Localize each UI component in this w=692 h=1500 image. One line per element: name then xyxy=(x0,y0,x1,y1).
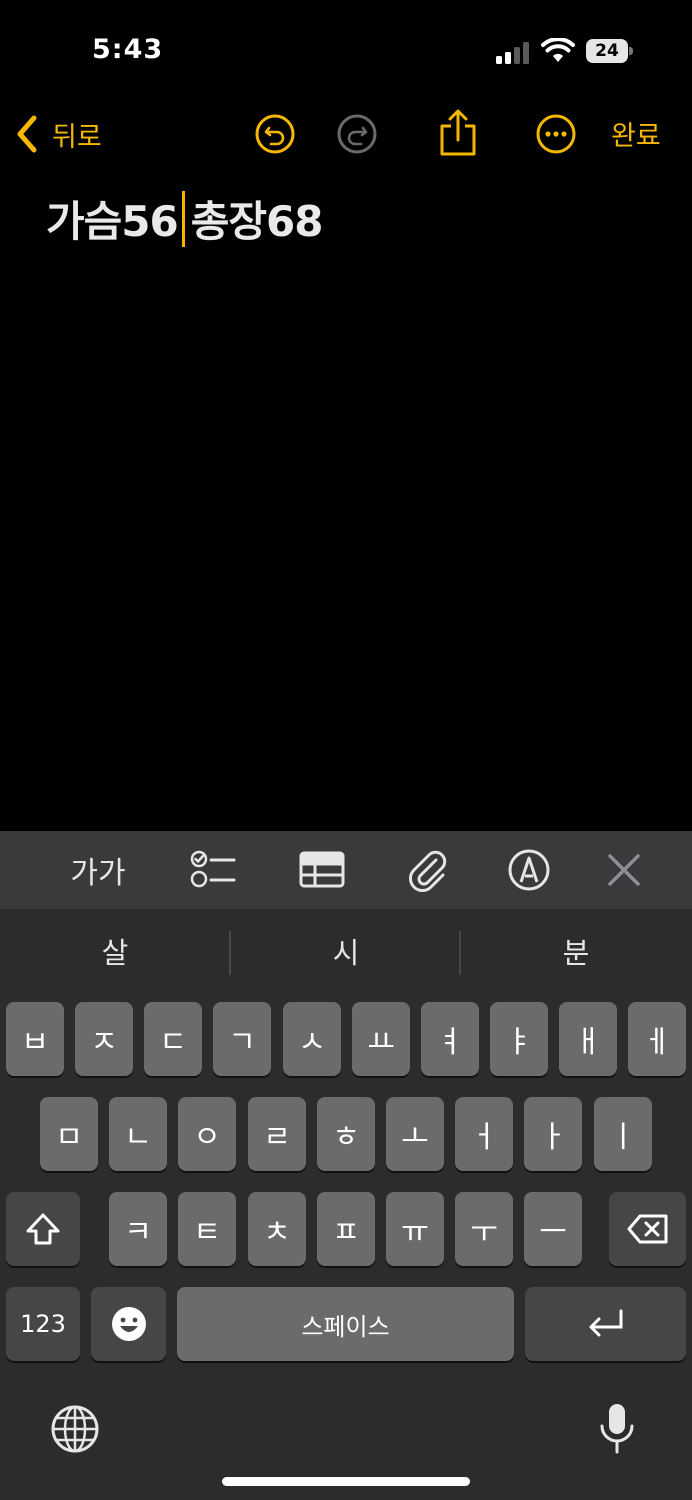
done-button[interactable]: 완료 xyxy=(611,114,661,153)
cellular-signal-icon xyxy=(496,42,529,64)
back-button[interactable]: 뒤로 xyxy=(14,112,102,156)
return-key[interactable] xyxy=(525,1287,686,1361)
key[interactable]: ㄴ xyxy=(109,1097,167,1171)
emoji-key[interactable] xyxy=(91,1287,166,1361)
checklist-icon[interactable] xyxy=(188,848,236,892)
shift-icon xyxy=(26,1213,60,1245)
key[interactable]: ㅗ xyxy=(386,1097,444,1171)
suggestion-3[interactable]: 분 xyxy=(461,909,691,997)
space-key[interactable]: 스페이스 xyxy=(177,1287,514,1361)
key[interactable]: ㄱ xyxy=(213,1002,271,1076)
close-icon[interactable] xyxy=(604,848,644,892)
backspace-icon xyxy=(627,1214,667,1244)
numbers-key[interactable]: 123 xyxy=(6,1287,80,1361)
globe-icon[interactable] xyxy=(50,1404,100,1454)
battery-level: 24 xyxy=(595,41,619,61)
suggestion-1[interactable]: 살 xyxy=(0,909,230,997)
key[interactable]: ㅈ xyxy=(75,1002,133,1076)
key[interactable]: ㅁ xyxy=(40,1097,98,1171)
keyboard-toolbar: 가가 xyxy=(0,831,692,909)
key[interactable]: ㅍ xyxy=(317,1192,375,1266)
suggestion-bar: 살 시 분 xyxy=(0,909,692,997)
home-indicator[interactable] xyxy=(222,1477,470,1486)
key[interactable]: ㅏ xyxy=(524,1097,582,1171)
key[interactable]: ㅇ xyxy=(178,1097,236,1171)
key[interactable]: ㄹ xyxy=(248,1097,306,1171)
key[interactable]: ㅛ xyxy=(352,1002,410,1076)
microphone-icon[interactable] xyxy=(598,1402,636,1456)
attachment-icon[interactable] xyxy=(406,848,450,892)
table-icon[interactable] xyxy=(298,848,346,892)
redo-icon[interactable] xyxy=(335,112,379,156)
note-text-after-cursor: 총장68 xyxy=(190,197,324,246)
key[interactable]: ㅜ xyxy=(455,1192,513,1266)
shift-key[interactable] xyxy=(6,1192,80,1266)
suggestion-2[interactable]: 시 xyxy=(231,909,461,997)
key[interactable]: ㅋ xyxy=(109,1192,167,1266)
note-body[interactable]: 가슴56 총장68 xyxy=(46,188,324,249)
back-label: 뒤로 xyxy=(52,121,102,153)
key[interactable]: ㄷ xyxy=(144,1002,202,1076)
key[interactable]: ㅎ xyxy=(317,1097,375,1171)
key[interactable]: ㅊ xyxy=(248,1192,306,1266)
key[interactable]: ㅑ xyxy=(490,1002,548,1076)
key[interactable]: ㅔ xyxy=(628,1002,686,1076)
key[interactable]: ㅡ xyxy=(524,1192,582,1266)
text-format-button[interactable]: 가가 xyxy=(66,848,130,892)
text-cursor xyxy=(181,190,185,247)
key[interactable]: ㅠ xyxy=(386,1192,444,1266)
key[interactable]: ㅌ xyxy=(178,1192,236,1266)
key[interactable]: ㅓ xyxy=(455,1097,513,1171)
key[interactable]: ㅐ xyxy=(559,1002,617,1076)
status-bar: 5:43 24 xyxy=(0,0,692,100)
note-text-before-cursor: 가슴56 xyxy=(46,197,179,246)
notes-nav-bar: 뒤로 완료 xyxy=(0,100,692,170)
key[interactable]: ㅕ xyxy=(421,1002,479,1076)
share-icon[interactable] xyxy=(436,108,480,158)
key[interactable]: ㅣ xyxy=(594,1097,652,1171)
wifi-icon xyxy=(541,38,575,62)
emoji-icon xyxy=(111,1307,146,1341)
return-icon xyxy=(589,1309,622,1337)
key[interactable]: ㅂ xyxy=(6,1002,64,1076)
markup-pen-icon[interactable] xyxy=(507,848,551,892)
backspace-key[interactable] xyxy=(609,1192,686,1266)
undo-icon[interactable] xyxy=(253,112,297,156)
status-time: 5:43 xyxy=(92,34,164,65)
chevron-left-icon xyxy=(17,115,37,153)
battery-icon: 24 xyxy=(586,39,634,63)
more-options-icon[interactable] xyxy=(534,112,578,156)
key[interactable]: ㅅ xyxy=(283,1002,341,1076)
